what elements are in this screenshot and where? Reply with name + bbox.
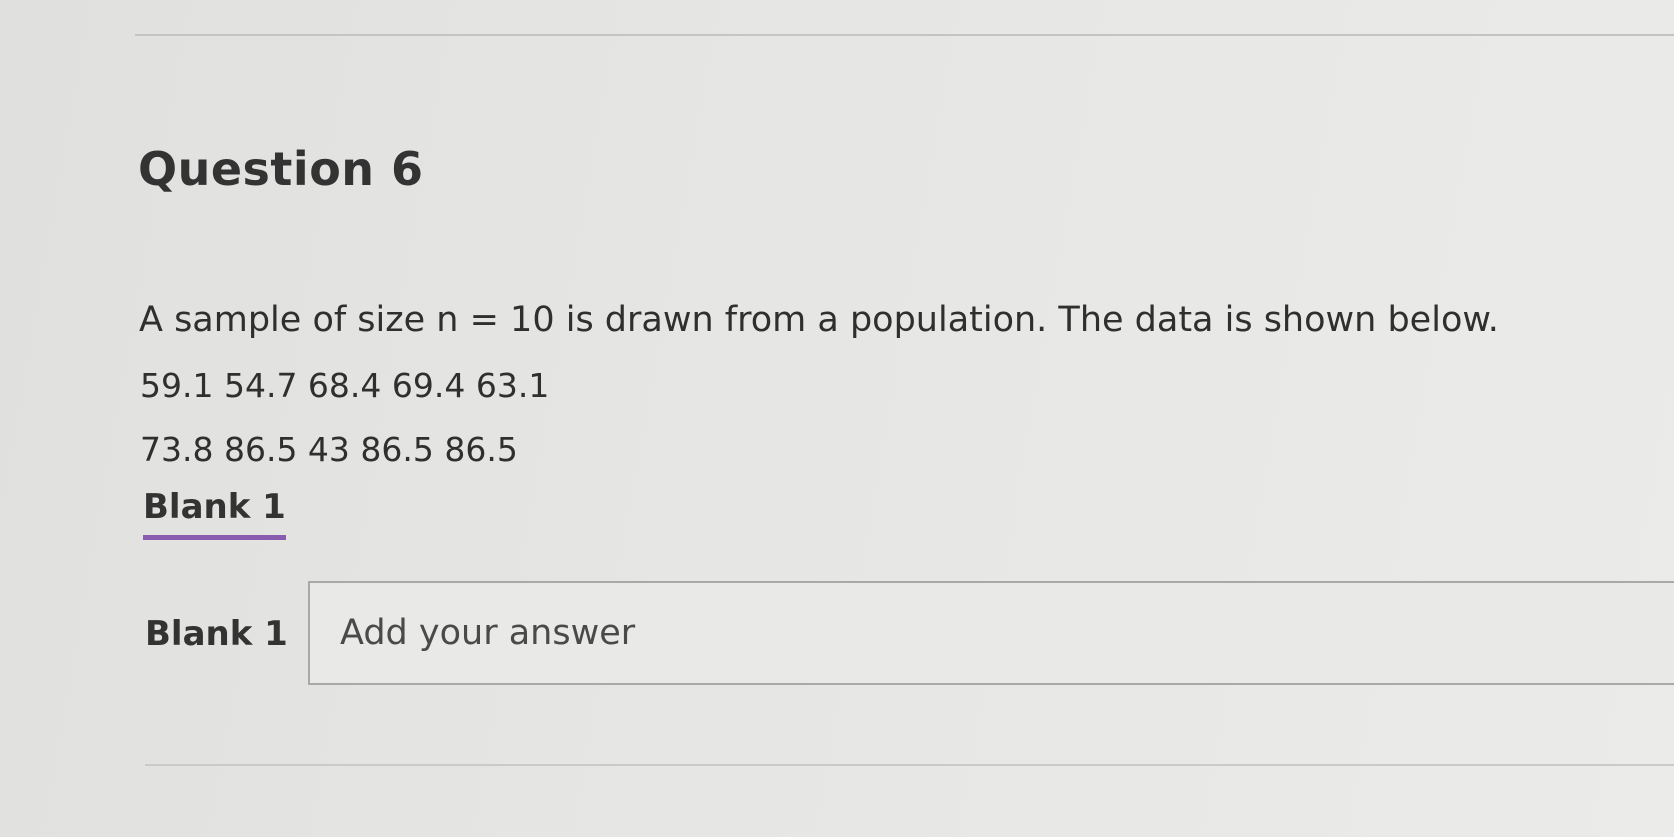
blank-heading: Blank 1 — [143, 487, 286, 540]
quiz-page: Question 6 A sample of size n = 10 is dr… — [0, 0, 1674, 837]
question-title: Question 6 — [138, 142, 424, 196]
bottom-divider — [145, 764, 1674, 766]
question-prompt: A sample of size n = 10 is drawn from a … — [139, 300, 1499, 340]
blank-label: Blank 1 — [145, 614, 288, 654]
data-line-1: 59.1 54.7 68.4 69.4 63.1 — [140, 366, 550, 405]
top-divider — [135, 34, 1674, 36]
data-line-2: 73.8 86.5 43 86.5 86.5 — [140, 430, 518, 469]
answer-input[interactable] — [308, 581, 1674, 685]
